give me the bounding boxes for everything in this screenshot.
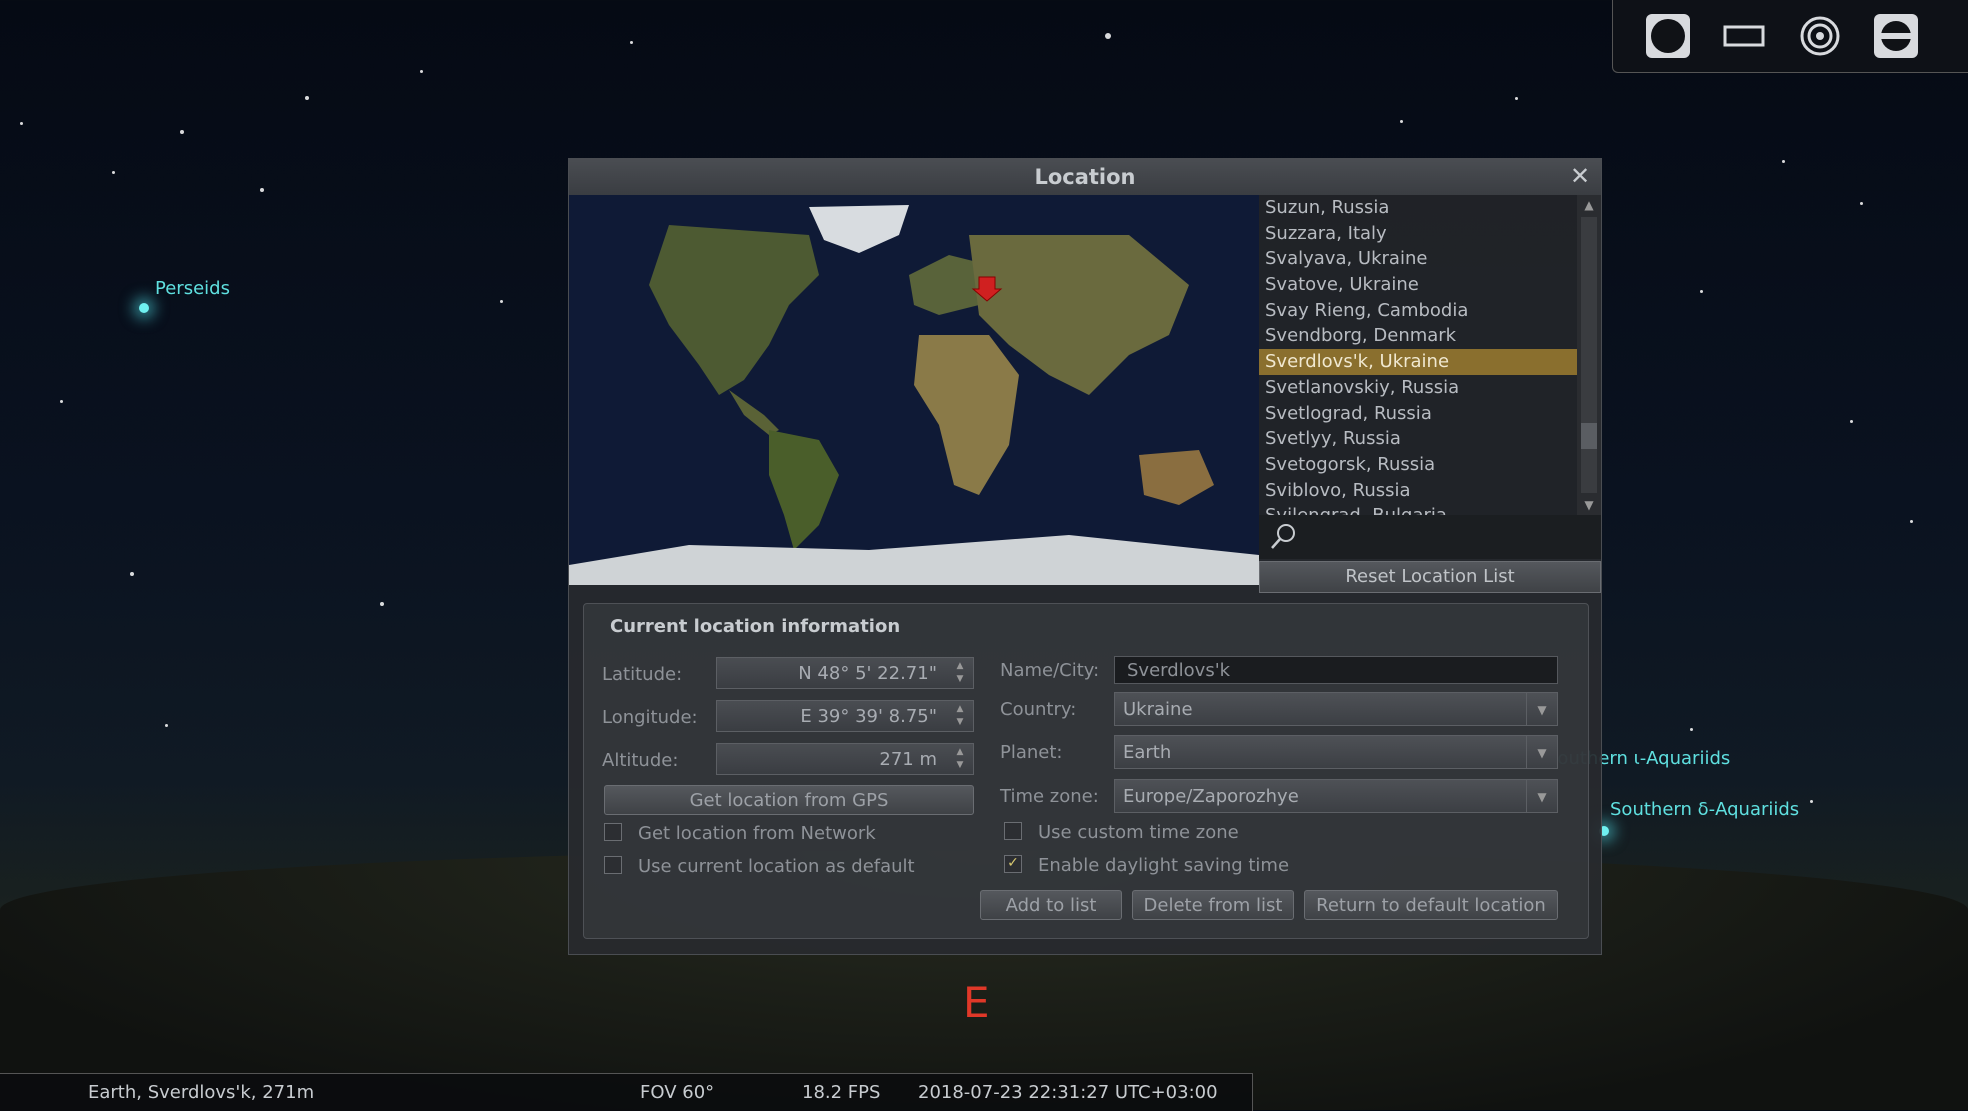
spinner-arrows-icon[interactable]: ▲ ▼ xyxy=(949,703,971,729)
chevron-down-icon[interactable]: ▼ xyxy=(1526,736,1557,768)
altitude-spinbox[interactable]: 271 m ▲ ▼ xyxy=(716,743,974,775)
list-item[interactable]: Svetogorsk, Russia xyxy=(1259,452,1577,478)
compass-east-marker: E xyxy=(963,978,990,1027)
location-list[interactable]: Suzun, Russia Suzzara, Italy Svalyava, U… xyxy=(1259,195,1577,515)
southern-delta-aquariids-label[interactable]: Southern δ-Aquariids xyxy=(1610,799,1799,820)
return-to-default-location-button[interactable]: Return to default location xyxy=(1304,890,1558,920)
status-location: Earth, Sverdlovs'k, 271m xyxy=(88,1082,315,1103)
country-value: Ukraine xyxy=(1123,699,1193,720)
delete-from-list-button[interactable]: Delete from list xyxy=(1132,890,1294,920)
fullscreen-button[interactable] xyxy=(1719,12,1769,60)
scroll-up-icon[interactable]: ▲ xyxy=(1577,195,1601,215)
custom-timezone-checkbox-row[interactable]: Use custom time zone xyxy=(1004,821,1239,845)
wrench-icon xyxy=(1874,14,1918,58)
top-right-toolbar xyxy=(1612,0,1968,73)
planet-select[interactable]: Earth ▼ xyxy=(1114,735,1558,769)
country-label: Country: xyxy=(1000,699,1077,720)
circle-icon xyxy=(1646,14,1690,58)
chevron-down-icon[interactable]: ▼ xyxy=(1526,780,1557,812)
spinner-arrows-icon[interactable]: ▲ ▼ xyxy=(949,660,971,686)
scroll-down-icon[interactable]: ▼ xyxy=(1577,495,1601,515)
latitude-spinbox[interactable]: N 48° 5' 22.71" ▲ ▼ xyxy=(716,657,974,689)
settings-button[interactable] xyxy=(1871,12,1921,60)
list-item[interactable]: Svetlograd, Russia xyxy=(1259,401,1577,427)
dst-checkbox-row[interactable]: ✓ Enable daylight saving time xyxy=(1004,854,1289,878)
planet-label: Planet: xyxy=(1000,742,1063,763)
add-to-list-button[interactable]: Add to list xyxy=(980,890,1122,920)
get-location-gps-button[interactable]: Get location from GPS xyxy=(604,785,974,815)
list-item[interactable]: Suzzara, Italy xyxy=(1259,221,1577,247)
longitude-value: E 39° 39' 8.75" xyxy=(800,706,937,727)
target-button[interactable] xyxy=(1795,12,1845,60)
custom-timezone-label: Use custom time zone xyxy=(1038,822,1239,843)
search-icon xyxy=(1271,524,1295,549)
planet-value: Earth xyxy=(1123,742,1172,763)
list-item[interactable]: Svatove, Ukraine xyxy=(1259,272,1577,298)
dst-checkbox-checked[interactable]: ✓ xyxy=(1004,855,1022,873)
close-icon[interactable]: ✕ xyxy=(1567,163,1593,189)
altitude-label: Altitude: xyxy=(602,750,679,771)
latitude-label: Latitude: xyxy=(602,664,683,685)
list-item[interactable]: Svalyava, Ukraine xyxy=(1259,246,1577,272)
list-item[interactable]: Svetlyy, Russia xyxy=(1259,426,1577,452)
longitude-spinbox[interactable]: E 39° 39' 8.75" ▲ ▼ xyxy=(716,700,974,732)
network-location-checkbox[interactable] xyxy=(604,823,622,841)
spinner-arrows-icon[interactable]: ▲ ▼ xyxy=(949,746,971,772)
location-dialog: Location ✕ Suzun, Russia Suzzara, Italy … xyxy=(568,158,1602,955)
name-city-label: Name/City: xyxy=(1000,660,1100,681)
altitude-value: 271 m xyxy=(879,749,937,770)
reset-location-list-button[interactable]: Reset Location List xyxy=(1259,561,1601,593)
list-item[interactable]: Svendborg, Denmark xyxy=(1259,323,1577,349)
perseids-label[interactable]: Perseids xyxy=(155,278,230,299)
status-fov: FOV 60° xyxy=(640,1082,715,1103)
list-item[interactable]: Svay Rieng, Cambodia xyxy=(1259,298,1577,324)
target-icon xyxy=(1800,16,1840,56)
time-zone-value: Europe/Zaporozhye xyxy=(1123,786,1299,807)
default-location-checkbox[interactable] xyxy=(604,856,622,874)
default-location-label: Use current location as default xyxy=(638,856,915,877)
night-mode-button[interactable] xyxy=(1643,12,1693,60)
custom-timezone-checkbox[interactable] xyxy=(1004,822,1022,840)
time-zone-label: Time zone: xyxy=(1000,786,1099,807)
network-location-label: Get location from Network xyxy=(638,823,876,844)
longitude-label: Longitude: xyxy=(602,707,698,728)
world-map[interactable] xyxy=(569,195,1259,585)
status-bar: Earth, Sverdlovs'k, 271m FOV 60° 18.2 FP… xyxy=(0,1073,1253,1111)
list-item[interactable]: Suzun, Russia xyxy=(1259,195,1577,221)
dst-label: Enable daylight saving time xyxy=(1038,855,1290,876)
current-location-panel: Current location information Latitude: N… xyxy=(583,603,1589,939)
list-item[interactable]: Svetlanovskiy, Russia xyxy=(1259,375,1577,401)
network-location-checkbox-row[interactable]: Get location from Network xyxy=(604,822,876,846)
list-item[interactable]: Sviblovo, Russia xyxy=(1259,478,1577,504)
list-item-selected[interactable]: Sverdlovs'k, Ukraine xyxy=(1259,349,1577,375)
time-zone-select[interactable]: Europe/Zaporozhye ▼ xyxy=(1114,779,1558,813)
location-search-input[interactable] xyxy=(1259,515,1601,559)
name-city-input[interactable]: Sverdlovs'k xyxy=(1114,656,1558,684)
scroll-thumb[interactable] xyxy=(1581,423,1597,449)
latitude-value: N 48° 5' 22.71" xyxy=(798,663,937,684)
chevron-down-icon[interactable]: ▼ xyxy=(1526,693,1557,725)
status-fps: 18.2 FPS xyxy=(802,1082,881,1103)
location-list-scrollbar[interactable]: ▲ ▼ xyxy=(1577,195,1601,515)
country-select[interactable]: Ukraine ▼ xyxy=(1114,692,1558,726)
current-location-header: Current location information xyxy=(610,616,901,637)
status-datetime: 2018-07-23 22:31:27 UTC+03:00 xyxy=(918,1082,1218,1103)
dialog-title: Location xyxy=(569,159,1601,195)
default-location-checkbox-row[interactable]: Use current location as default xyxy=(604,855,915,879)
rectangle-icon xyxy=(1723,25,1765,47)
list-item[interactable]: Svilengrad, Bulgaria xyxy=(1259,503,1577,515)
scroll-track[interactable] xyxy=(1581,217,1597,493)
perseids-radiant[interactable] xyxy=(139,303,149,313)
